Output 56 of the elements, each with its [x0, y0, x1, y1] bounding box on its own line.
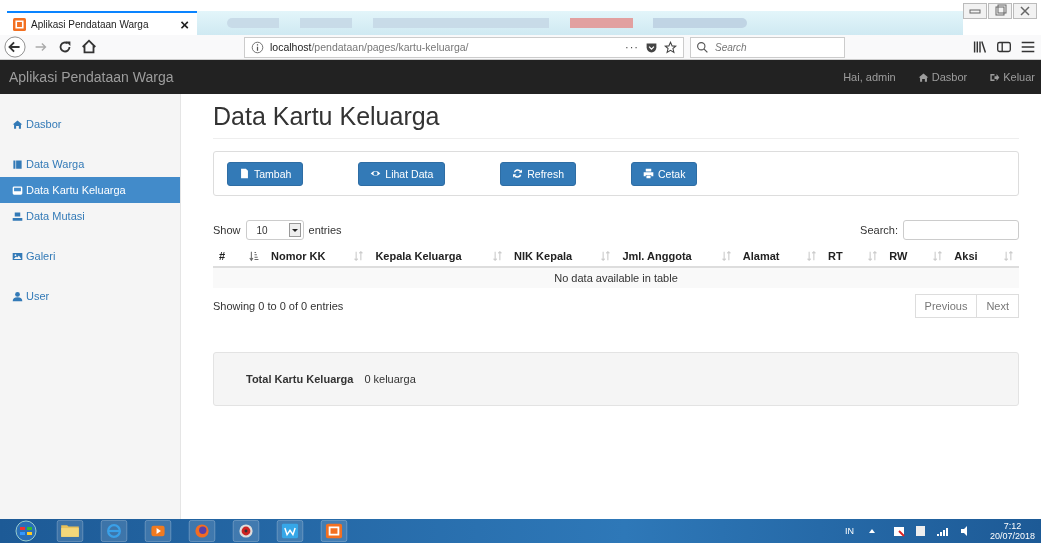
- action-button[interactable]: Cetak: [631, 161, 698, 186]
- back-icon[interactable]: [4, 36, 26, 58]
- minimize-icon[interactable]: [963, 3, 987, 19]
- address-bar[interactable]: localhost/pendataan/pages/kartu-keluarga/ ···: [244, 36, 684, 58]
- home-icon: [12, 118, 23, 130]
- sidebar-item[interactable]: Data Mutasi: [0, 203, 180, 229]
- clock-time[interactable]: 7:12: [1003, 521, 1022, 531]
- close-icon[interactable]: ×: [180, 15, 189, 33]
- sidebar-item[interactable]: User: [0, 283, 180, 309]
- exit-icon: [989, 71, 1001, 83]
- nav-link[interactable]: Keluar: [989, 71, 1035, 83]
- close-icon[interactable]: [1013, 3, 1037, 19]
- greeting-text: Hai, admin: [843, 71, 896, 83]
- image-icon: [12, 250, 23, 262]
- sidebar-item[interactable]: Galeri: [0, 243, 180, 269]
- summary-label: Total Kartu Keluarga: [246, 373, 354, 385]
- action-button[interactable]: Tambah: [227, 161, 304, 186]
- clock-date[interactable]: 20/07/2018: [989, 531, 1035, 541]
- nav-link[interactable]: Dasbor: [917, 71, 968, 83]
- pocket-icon[interactable]: [645, 40, 658, 54]
- eye-icon: [370, 168, 382, 179]
- star-icon[interactable]: [664, 40, 677, 54]
- tab-title: Aplikasi Pendataan Warga: [31, 18, 150, 30]
- app-icon: [13, 17, 26, 31]
- caret-icon: [288, 223, 301, 237]
- entries-label: entries: [308, 224, 342, 236]
- page-title: Data Kartu Keluarga: [213, 102, 1019, 139]
- inbox-icon: [12, 184, 23, 196]
- home-icon[interactable]: [80, 38, 98, 56]
- brand-title[interactable]: Aplikasi Pendataan Warga: [9, 69, 174, 85]
- sidebar-item[interactable]: Data Warga: [0, 151, 180, 177]
- info-icon: [251, 40, 264, 54]
- search-field[interactable]: Search: [690, 36, 845, 58]
- sort-icon[interactable]: [249, 250, 261, 262]
- home-icon: [917, 71, 929, 83]
- empty-message: No data available in table: [213, 267, 1019, 288]
- sidebar-item[interactable]: Data Kartu Keluarga: [0, 177, 180, 203]
- restore-icon[interactable]: [988, 3, 1012, 19]
- length-select[interactable]: 10: [245, 220, 304, 240]
- more-icon[interactable]: ···: [625, 41, 639, 53]
- table-info: Showing 0 to 0 of 0 entries: [213, 300, 344, 312]
- book-icon: [12, 158, 23, 170]
- user-icon: [12, 290, 23, 302]
- url-text: localhost/pendataan/pages/kartu-keluarga/: [270, 41, 469, 53]
- search-field[interactable]: [903, 220, 1019, 240]
- tray-icon: [12, 210, 23, 222]
- file-icon: [239, 168, 250, 179]
- printer-icon: [643, 168, 654, 179]
- action-button[interactable]: Lihat Data: [358, 161, 446, 186]
- action-button[interactable]: Refresh: [500, 161, 576, 186]
- sidebar-item[interactable]: Dasbor: [0, 111, 180, 137]
- summary-value: 0 keluarga: [364, 373, 416, 385]
- language-indicator[interactable]: IN: [844, 526, 854, 536]
- show-label: Show: [213, 224, 241, 236]
- refresh-icon: [512, 168, 524, 179]
- search-label: Search:: [860, 224, 898, 236]
